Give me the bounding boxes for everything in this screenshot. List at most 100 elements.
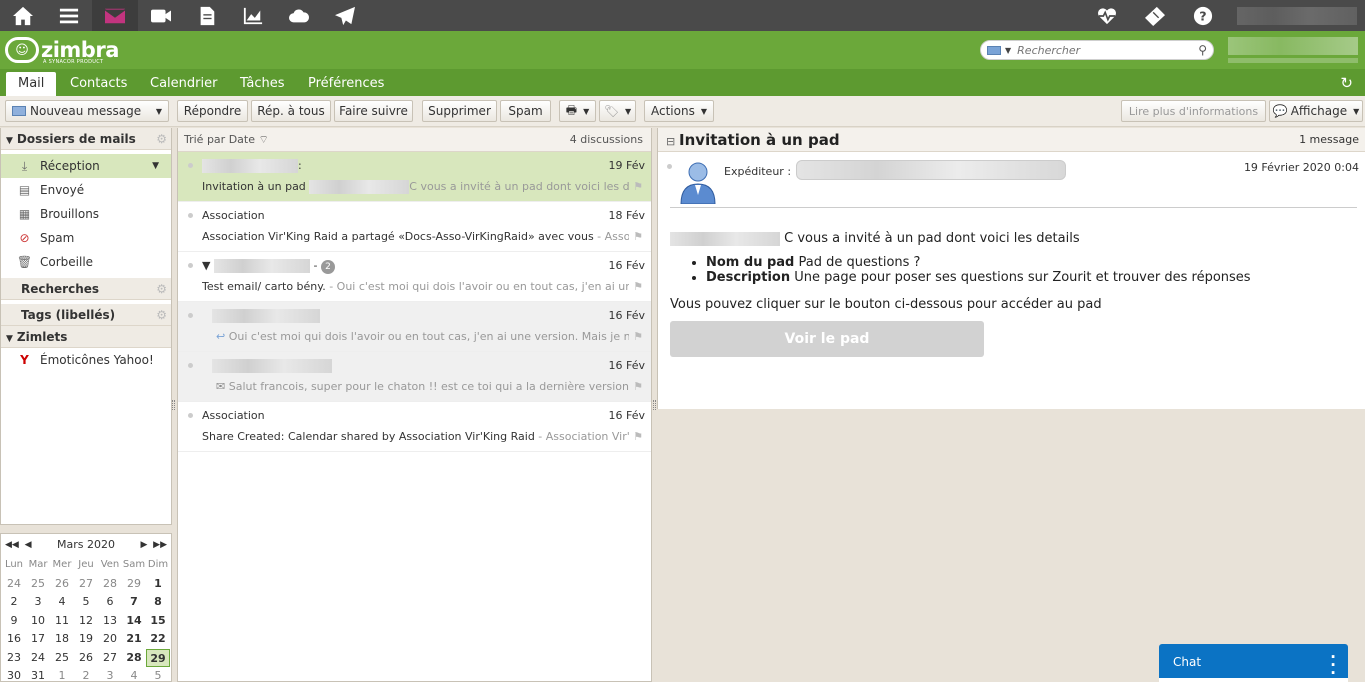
calendar-day[interactable]: 6 (98, 593, 122, 612)
refresh-icon[interactable]: ↻ (1340, 74, 1353, 92)
calendar-day[interactable]: 8 (146, 593, 170, 612)
calendar-day[interactable]: 27 (98, 649, 122, 668)
list-item[interactable]: 16 Fév ✉ Salut francois, super pour le c… (178, 352, 651, 402)
chevron-down-icon[interactable]: ▼ (156, 107, 162, 116)
chevron-down-icon[interactable]: ▼ (152, 154, 159, 178)
calendar-day[interactable]: 21 (122, 630, 146, 649)
sender-address-redacted[interactable] (796, 160, 1066, 180)
flag-icon[interactable]: ⚑ (633, 330, 643, 343)
unread-dot[interactable] (667, 164, 672, 169)
tab-mail[interactable]: Mail (6, 72, 57, 96)
calendar-day[interactable]: 2 (2, 593, 26, 612)
calendar-day[interactable]: 3 (98, 667, 122, 682)
tab-preferences[interactable]: Préférences (296, 72, 396, 96)
reading-splitter[interactable] (653, 400, 656, 410)
view-button[interactable]: 💬 Affichage ▼ (1269, 100, 1363, 122)
search-box[interactable]: ▼ ⚲ (980, 40, 1214, 60)
flag-icon[interactable]: ⚑ (633, 180, 643, 193)
calendar-day[interactable]: 17 (26, 630, 50, 649)
calendar-day[interactable]: 28 (122, 649, 146, 668)
unread-dot[interactable] (188, 363, 193, 368)
calendar-day[interactable]: 5 (146, 667, 170, 682)
tags-header[interactable]: Tags (libellés) ⚙ (1, 304, 171, 326)
calendar-day[interactable]: 22 (146, 630, 170, 649)
actions-button[interactable]: Actions ▼ (644, 100, 714, 122)
calendar-day[interactable]: 28 (98, 575, 122, 594)
calendar-next-nav[interactable]: ▶ ▶▶ (141, 534, 168, 556)
folder-sent[interactable]: ▤ Envoyé (1, 178, 171, 202)
calendar-day[interactable]: 16 (2, 630, 26, 649)
calendar-day[interactable]: 25 (26, 575, 50, 594)
view-pad-button[interactable]: Voir le pad (670, 321, 984, 357)
calendar-day[interactable]: 26 (50, 575, 74, 594)
reply-button[interactable]: Répondre (177, 100, 248, 122)
calendar-day[interactable]: 2 (74, 667, 98, 682)
calendar-day[interactable]: 20 (98, 630, 122, 649)
chevron-down-icon[interactable]: ▼ (1005, 46, 1011, 55)
calendar-day[interactable]: 30 (2, 667, 26, 682)
cloud-icon[interactable] (276, 0, 322, 31)
zimlets-header[interactable]: ▼ Zimlets (1, 326, 171, 348)
list-item[interactable]: Association 18 Fév Association Vir'King … (178, 202, 651, 252)
unread-dot[interactable] (188, 313, 193, 318)
calendar-day[interactable]: 3 (26, 593, 50, 612)
folder-inbox[interactable]: ⤓ Réception ▼ (1, 154, 171, 178)
tab-tasks[interactable]: Tâches (228, 72, 297, 96)
flag-icon[interactable]: ⚑ (633, 280, 643, 293)
calendar-day[interactable]: 13 (98, 612, 122, 631)
gear-icon[interactable]: ⚙ (156, 278, 167, 300)
sort-by-date[interactable]: Trié par Date ⌔ (184, 133, 269, 146)
unread-dot[interactable] (188, 163, 193, 168)
flag-icon[interactable]: ⚑ (633, 430, 643, 443)
gear-icon[interactable]: ⚙ (156, 304, 167, 326)
forward-button[interactable]: Faire suivre (334, 100, 413, 122)
calendar-day[interactable]: 5 (74, 593, 98, 612)
reply-all-button[interactable]: Rép. à tous (251, 100, 331, 122)
chat-panel[interactable]: Chat · · · (1159, 644, 1348, 682)
mail-folders-header[interactable]: ▼ Dossiers de mails ⚙ (1, 128, 171, 150)
list-item[interactable]: 16 Fév ↩ Oui c'est moi qui dois l'avoir … (178, 302, 651, 352)
calendar-day[interactable]: 12 (74, 612, 98, 631)
calendar-day[interactable]: 26 (74, 649, 98, 668)
folder-trash[interactable]: 🗑 Corbeille (1, 250, 171, 274)
mail-app-icon[interactable] (92, 0, 138, 31)
menu-icon[interactable] (46, 0, 92, 31)
envelope-icon[interactable] (987, 45, 1001, 55)
collapse-icon[interactable]: ⊟ (666, 135, 675, 148)
search-icon[interactable]: ⚲ (1198, 43, 1207, 57)
expand-thread-icon[interactable]: ▼ (202, 259, 210, 272)
calendar-day[interactable]: 7 (122, 593, 146, 612)
delete-button[interactable]: Supprimer (422, 100, 497, 122)
send-icon[interactable] (322, 0, 368, 31)
calendar-prev-nav[interactable]: ◀◀ ◀ (5, 534, 32, 556)
tab-contacts[interactable]: Contacts (58, 72, 139, 96)
collapse-icon[interactable]: ▼ (6, 136, 13, 146)
ticket-icon[interactable] (1131, 0, 1179, 31)
read-more-button[interactable]: Lire plus d'informations (1121, 100, 1266, 122)
folder-spam[interactable]: ⊘ Spam (1, 226, 171, 250)
heartbeat-icon[interactable] (1083, 0, 1131, 31)
calendar-day[interactable]: 27 (74, 575, 98, 594)
calendar-day[interactable]: 15 (146, 612, 170, 631)
help-icon[interactable]: ? (1179, 0, 1227, 31)
home-icon[interactable] (0, 0, 46, 31)
unread-dot[interactable] (188, 213, 193, 218)
unread-dot[interactable] (188, 263, 193, 268)
more-options-icon[interactable]: · · · (1330, 650, 1336, 681)
calendar-day[interactable]: 24 (26, 649, 50, 668)
flag-icon[interactable]: ⚑ (633, 380, 643, 393)
tag-button[interactable]: 🏷 ▼ (599, 100, 636, 122)
calendar-day[interactable]: 25 (50, 649, 74, 668)
zimlet-yahoo-emoticons[interactable]: Y Émoticônes Yahoo! (1, 348, 171, 372)
list-item[interactable]: ▼ - 2 16 Fév Test email/ carto bény. - O… (178, 252, 651, 302)
document-icon[interactable] (184, 0, 230, 31)
calendar-day[interactable]: 29 (146, 648, 170, 667)
calendar-day[interactable]: 29 (122, 575, 146, 594)
print-button[interactable]: 🖶 ▼ (559, 100, 596, 122)
calendar-day[interactable]: 19 (74, 630, 98, 649)
searches-header[interactable]: Recherches ⚙ (1, 278, 171, 300)
new-message-button[interactable]: Nouveau message ▼ (5, 100, 169, 122)
calendar-day[interactable]: 14 (122, 612, 146, 631)
left-splitter[interactable] (172, 400, 175, 410)
calendar-day[interactable]: 24 (2, 575, 26, 594)
